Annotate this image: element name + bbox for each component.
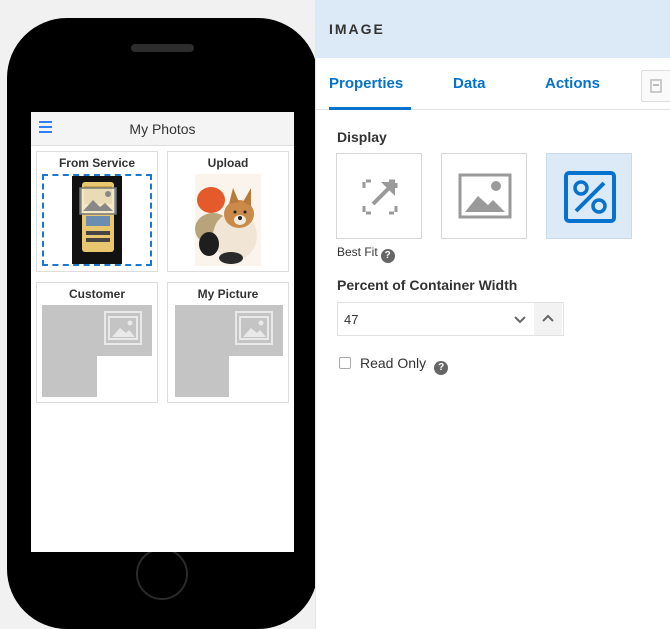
tab-data[interactable]: Data (453, 75, 486, 92)
expand-icon (362, 179, 398, 215)
active-tab-indicator (329, 107, 411, 110)
best-fit-label: Best Fit (337, 245, 378, 259)
chevron-up-icon (542, 314, 554, 322)
inspector-tabs: Properties Data Actions (316, 58, 670, 110)
panel-icon (650, 79, 662, 93)
help-icon[interactable]: ? (380, 249, 395, 263)
read-only-label: Read Only (360, 355, 427, 371)
tab-properties[interactable]: Properties (329, 75, 403, 92)
chevron-down-icon (514, 316, 526, 324)
display-original-button[interactable] (441, 153, 527, 239)
display-best-fit-button[interactable] (336, 153, 422, 239)
image-placeholder (175, 356, 229, 397)
puppy-photo (195, 174, 261, 266)
card-title: Upload (207, 156, 249, 170)
image-placeholder (42, 356, 97, 397)
card-title: My Picture (197, 287, 259, 301)
inspector-title: IMAGE (329, 21, 385, 37)
selected-image-frame[interactable] (42, 174, 152, 266)
help-icon[interactable]: ? (434, 361, 449, 375)
image-card-from-service[interactable]: From Service (36, 151, 158, 272)
tab-actions[interactable]: Actions (545, 75, 600, 92)
increment-button[interactable] (534, 303, 562, 335)
display-percent-button[interactable] (546, 153, 632, 239)
percent-stepper[interactable]: 47 (337, 302, 564, 336)
phone-side-button (12, 100, 18, 128)
percent-icon (564, 171, 616, 223)
image-card-customer[interactable]: Customer (36, 282, 158, 403)
card-title: From Service (58, 156, 136, 170)
card-title: Customer (68, 287, 125, 301)
read-only-checkbox[interactable] (339, 357, 351, 369)
best-fit-caption: Best Fit? (337, 245, 395, 263)
service-device-image (72, 176, 122, 264)
image-icon (104, 311, 142, 345)
image-icon (235, 311, 273, 345)
app-header: My Photos (31, 112, 294, 146)
phone-side-button (12, 196, 18, 230)
image-card-my-picture[interactable]: My Picture (167, 282, 289, 403)
phone-side-button (12, 150, 18, 184)
image-icon (458, 173, 512, 219)
upload-photo (195, 174, 261, 266)
page-title: My Photos (129, 121, 196, 137)
inspector-header: IMAGE (316, 0, 670, 58)
preview-pane: My Photos From Service Upload Customer M… (0, 0, 318, 629)
percent-label: Percent of Container Width (337, 277, 518, 293)
percent-value[interactable]: 47 (344, 312, 358, 327)
phone-screen: My Photos From Service Upload Customer M… (31, 112, 294, 552)
tab-more-button[interactable] (641, 70, 670, 102)
decrement-button[interactable] (506, 303, 534, 335)
phone-home-button (136, 548, 188, 600)
read-only-option: Read Only? (339, 355, 449, 375)
display-label: Display (337, 129, 387, 145)
image-card-upload[interactable]: Upload (167, 151, 289, 272)
phone-speaker (131, 44, 194, 52)
